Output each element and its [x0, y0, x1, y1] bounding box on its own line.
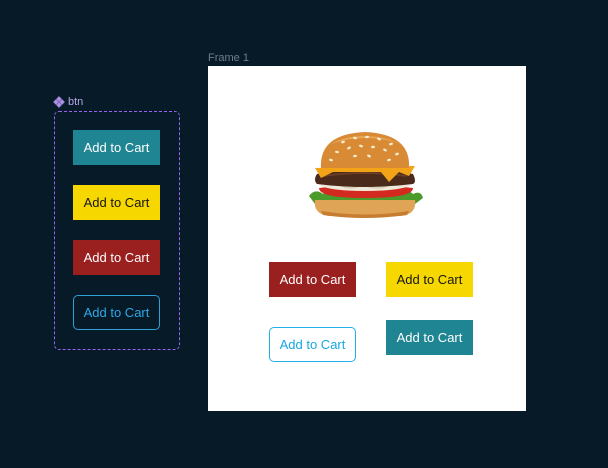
frame-1[interactable]: Add to Cart Add to Cart Add to Cart Add … [208, 66, 526, 411]
add-to-cart-button-red[interactable]: Add to Cart [73, 240, 160, 275]
burger-image [309, 132, 423, 218]
add-to-cart-button-outline[interactable]: Add to Cart [269, 327, 356, 362]
add-to-cart-button-red[interactable]: Add to Cart [269, 262, 356, 297]
add-to-cart-button-yellow[interactable]: Add to Cart [386, 262, 473, 297]
add-to-cart-button-teal[interactable]: Add to Cart [386, 320, 473, 355]
add-to-cart-button-yellow[interactable]: Add to Cart [73, 185, 160, 220]
component-name: btn [68, 96, 84, 108]
add-to-cart-button-teal[interactable]: Add to Cart [73, 130, 160, 165]
component-set-btn[interactable]: Add to Cart Add to Cart Add to Cart Add … [54, 111, 180, 350]
component-icon [53, 96, 65, 108]
frame-label[interactable]: Frame 1 [208, 52, 249, 64]
component-label[interactable]: btn [53, 96, 84, 108]
add-to-cart-button-outline[interactable]: Add to Cart [73, 295, 160, 330]
